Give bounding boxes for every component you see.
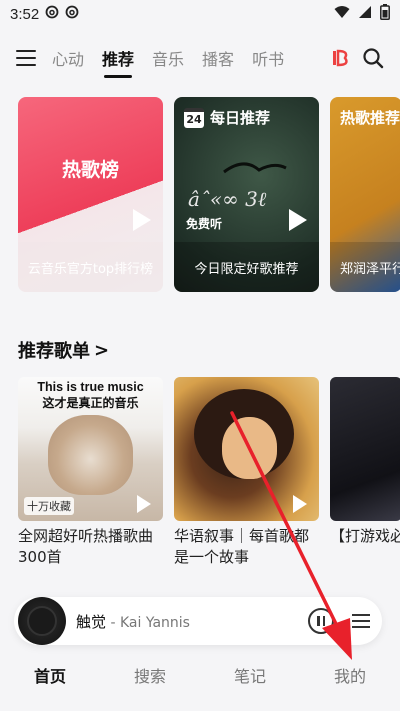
- hot-songs-card[interactable]: 热歌推荐 郑润泽平行: [330, 97, 400, 292]
- card-caption: 云音乐官方top排行榜: [18, 242, 163, 292]
- chevron-right-icon: >: [94, 339, 110, 361]
- nav-mine[interactable]: 我的: [300, 655, 400, 699]
- playlist-name: 华语叙事｜每首歌都是一个故事: [174, 527, 310, 566]
- album-art[interactable]: [18, 597, 66, 645]
- playlist-cover[interactable]: [330, 377, 400, 521]
- banner-row: 热歌榜 云音乐官方top排行榜 24 每日推荐 âˆ«∞ 3ℓ 免费听 今日限定…: [18, 97, 400, 292]
- bird-illustration: [223, 162, 287, 174]
- search-icon[interactable]: [362, 47, 384, 69]
- handwriting-art: âˆ«∞ 3ℓ: [188, 187, 267, 211]
- card-caption: 郑润泽平行: [330, 242, 400, 292]
- song-artist: - Kai Yannis: [106, 614, 190, 631]
- favorites-badge: 十万收藏: [24, 497, 74, 515]
- free-label: 免费听: [186, 217, 223, 231]
- signal-icon: [358, 5, 372, 23]
- card-title: 每日推荐: [210, 109, 271, 127]
- tab-recommend[interactable]: 推荐: [102, 46, 134, 78]
- playlist-item[interactable]: 【打游戏必燃BGM: [330, 377, 400, 568]
- mini-player[interactable]: 触觉 - Kai Yannis: [14, 597, 382, 645]
- play-icon[interactable]: [289, 209, 307, 231]
- playlist-queue-icon[interactable]: [352, 614, 370, 628]
- tab-xindong[interactable]: 心动: [52, 46, 84, 70]
- status-time: 3:52: [10, 5, 40, 23]
- pause-button[interactable]: [308, 608, 334, 634]
- netease-music-notif-icon: [45, 5, 59, 23]
- section-title: 推荐歌单: [18, 341, 90, 362]
- song-title: 触觉: [76, 612, 107, 631]
- card-header: 24 每日推荐: [184, 107, 270, 128]
- status-bar: 3:52: [0, 0, 400, 28]
- brand-logo-icon[interactable]: [330, 47, 352, 69]
- play-icon[interactable]: [293, 495, 307, 513]
- card-title: 热歌榜: [61, 159, 119, 181]
- play-icon[interactable]: [133, 209, 151, 231]
- playlist-row: This is true music 这才是真正的音乐 十万收藏 全网超好听热播…: [18, 377, 400, 568]
- calendar-icon: 24: [184, 107, 204, 128]
- now-playing[interactable]: 触觉 - Kai Yannis: [76, 611, 308, 632]
- netease-music-notif-icon: [65, 5, 79, 23]
- daily-recommend-card[interactable]: 24 每日推荐 âˆ«∞ 3ℓ 免费听 今日限定好歌推荐: [174, 97, 319, 292]
- illustration-face: [222, 417, 277, 479]
- card-title: 热歌推荐: [340, 109, 400, 127]
- tab-podcast[interactable]: 播客: [202, 46, 234, 70]
- playlist-cover[interactable]: This is true music 这才是真正的音乐 十万收藏: [18, 377, 163, 521]
- playlist-item[interactable]: This is true music 这才是真正的音乐 十万收藏 全网超好听热播…: [18, 377, 163, 568]
- recommended-playlists-header[interactable]: 推荐歌单 >: [18, 337, 109, 363]
- battery-icon: [380, 4, 390, 24]
- cover-text: This is true music 这才是真正的音乐: [18, 377, 163, 411]
- nav-search[interactable]: 搜索: [100, 655, 200, 699]
- nav-notes[interactable]: 笔记: [200, 655, 300, 699]
- hot-chart-card[interactable]: 热歌榜 云音乐官方top排行榜: [18, 97, 163, 292]
- nav-home[interactable]: 首页: [0, 655, 100, 699]
- playlist-name: 【打游戏必燃BGM: [330, 527, 400, 545]
- top-nav: 心动 推荐 音乐 播客 听书: [0, 36, 400, 80]
- card-caption: 今日限定好歌推荐: [174, 242, 319, 292]
- tab-audiobook[interactable]: 听书: [252, 46, 284, 70]
- cat-image: [48, 415, 133, 495]
- playlist-item[interactable]: 华语叙事｜每首歌都是一个故事: [174, 377, 319, 568]
- cover-line1: This is true music: [37, 380, 144, 394]
- tab-bar: 心动 推荐 音乐 播客 听书: [52, 46, 330, 78]
- menu-icon[interactable]: [16, 50, 36, 66]
- play-icon[interactable]: [137, 495, 151, 513]
- playlist-cover[interactable]: [174, 377, 319, 521]
- cover-line2: 这才是真正的音乐: [42, 396, 139, 410]
- tab-music[interactable]: 音乐: [152, 46, 184, 70]
- wifi-icon: [334, 5, 350, 23]
- playlist-name: 全网超好听热播歌曲300首: [18, 527, 154, 566]
- bottom-nav: 首页 搜索 笔记 我的: [0, 655, 400, 699]
